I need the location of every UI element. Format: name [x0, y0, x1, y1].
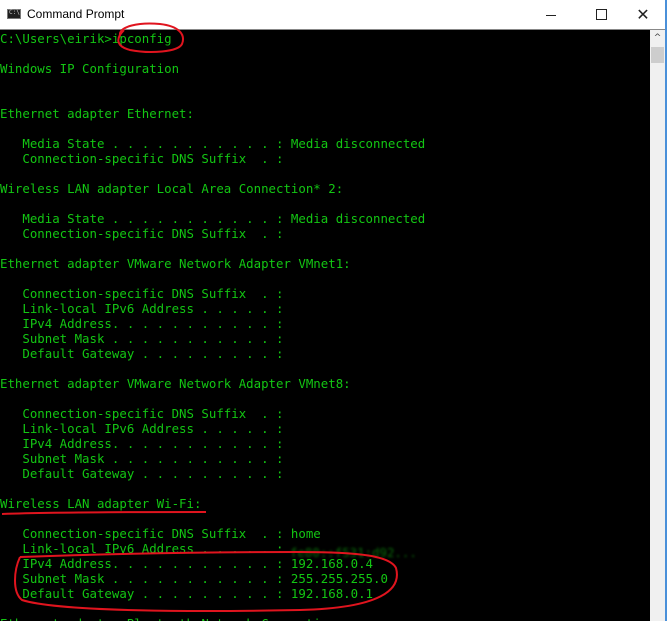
- console-line: Ethernet adapter Ethernet:: [0, 106, 194, 121]
- window-title: Command Prompt: [27, 7, 125, 21]
- console-line: Subnet Mask . . . . . . . . . . . :: [0, 331, 284, 346]
- console-line: C:\Users\eirik>ipconfig: [0, 31, 172, 46]
- console-line: IPv4 Address. . . . . . . . . . . :: [0, 316, 284, 331]
- title-bar[interactable]: Command Prompt ✕: [0, 0, 665, 30]
- console-line: Subnet Mask . . . . . . . . . . . :: [0, 451, 284, 466]
- console-line: Default Gateway . . . . . . . . . :: [0, 466, 284, 481]
- maximize-icon: [595, 9, 607, 20]
- console-line: Connection-specific DNS Suffix . :: [0, 406, 284, 421]
- close-icon: ✕: [636, 4, 650, 24]
- console-line: Default Gateway . . . . . . . . . : 192.…: [0, 586, 373, 601]
- console-line: Default Gateway . . . . . . . . . :: [0, 346, 284, 361]
- console-line: Subnet Mask . . . . . . . . . . . : 255.…: [0, 571, 388, 586]
- scroll-up-arrow-icon[interactable]: ^: [650, 30, 665, 46]
- console-line: Windows IP Configuration: [0, 61, 180, 76]
- obscured-ipv6-value: fe80::f531:d92...: [290, 542, 440, 560]
- console-line: Ethernet adapter Bluetooth Network Conne…: [0, 616, 343, 621]
- console-line: Link-local IPv6 Address . . . . . :: [0, 421, 284, 436]
- maximize-button[interactable]: [578, 0, 624, 29]
- console-line: IPv4 Address. . . . . . . . . . . :: [0, 436, 284, 451]
- console-line: Ethernet adapter VMware Network Adapter …: [0, 376, 351, 391]
- console-line: Ethernet adapter VMware Network Adapter …: [0, 256, 351, 271]
- cmd-icon: [7, 9, 21, 19]
- close-button[interactable]: ✕: [621, 0, 665, 29]
- console-line: Connection-specific DNS Suffix . :: [0, 286, 284, 301]
- minimize-button[interactable]: [528, 0, 574, 29]
- scrollbar-thumb[interactable]: [651, 47, 664, 63]
- console-line: Link-local IPv6 Address . . . . . :: [0, 301, 284, 316]
- console-line: Media State . . . . . . . . . . . : Medi…: [0, 136, 426, 151]
- vertical-scrollbar[interactable]: ^: [650, 30, 665, 621]
- console-line: Link-local IPv6 Address . . . . . :: [0, 541, 284, 556]
- console-line: Connection-specific DNS Suffix . : home: [0, 526, 321, 541]
- console-output[interactable]: C:\Users\eirik>ipconfig Windows IP Config…: [0, 30, 650, 621]
- console-line: Connection-specific DNS Suffix . :: [0, 151, 284, 166]
- minimize-icon: [546, 15, 556, 16]
- console-line: Wireless LAN adapter Local Area Connecti…: [0, 181, 344, 196]
- console-line: Connection-specific DNS Suffix . :: [0, 226, 284, 241]
- console-line: Media State . . . . . . . . . . . : Medi…: [0, 211, 426, 226]
- console-line: Wireless LAN adapter Wi-Fi:: [0, 496, 202, 511]
